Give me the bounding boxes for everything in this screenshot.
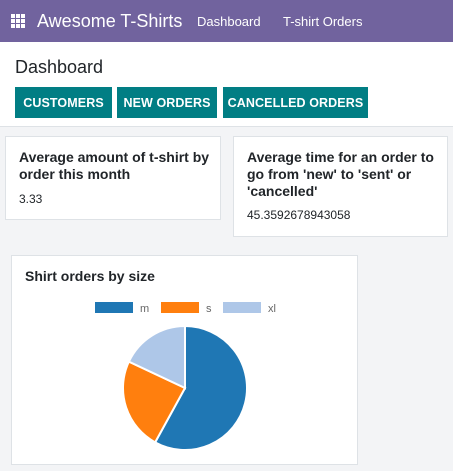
page-title: Dashboard — [15, 57, 104, 77]
stat-card-title: Average amount of t-shirt by order this … — [19, 149, 209, 183]
pie-chart: m s xl — [95, 302, 276, 451]
stat-card-value: 45.3592678943058 — [247, 208, 351, 222]
stat-title-line: order this month — [19, 166, 131, 182]
stat-title-line: Average time for an order to — [247, 149, 434, 165]
legend-swatch-m[interactable] — [95, 302, 133, 313]
new-orders-button[interactable]: NEW ORDERS — [117, 87, 217, 118]
legend-swatch-xl[interactable] — [223, 302, 261, 313]
stat-title-line: 'cancelled' — [247, 183, 318, 199]
customers-button[interactable]: CUSTOMERS — [15, 87, 112, 118]
stat-title-line: Average amount of t-shirt by — [19, 149, 210, 165]
nav-link-tshirt-orders[interactable]: T-shirt Orders — [283, 14, 362, 29]
stat-title-line: go from 'new' to 'sent' or — [247, 166, 412, 182]
legend-label-s: s — [206, 303, 212, 315]
control-panel: Dashboard CUSTOMERS NEW ORDERS CANCELLED… — [0, 42, 453, 127]
legend-label-m: m — [140, 303, 149, 315]
stat-card-value: 3.33 — [19, 192, 43, 206]
stat-card-title: Average time for an order to go from 'ne… — [247, 149, 434, 200]
app-brand[interactable]: Awesome T-Shirts — [37, 11, 182, 31]
chart-card-orders-by-size: Shirt orders by size m s xl — [11, 255, 358, 465]
apps-menu-icon[interactable] — [11, 14, 25, 28]
stat-card-avg-time: Average time for an order to go from 'ne… — [233, 136, 448, 237]
cancelled-orders-button[interactable]: CANCELLED ORDERS — [223, 87, 368, 118]
legend-label-xl: xl — [268, 303, 276, 315]
top-navbar: Awesome T-Shirts Dashboard T-shirt Order… — [0, 0, 453, 42]
legend-swatch-s[interactable] — [161, 302, 199, 313]
stat-card-avg-amount: Average amount of t-shirt by order this … — [5, 136, 221, 220]
nav-link-dashboard[interactable]: Dashboard — [197, 14, 261, 29]
